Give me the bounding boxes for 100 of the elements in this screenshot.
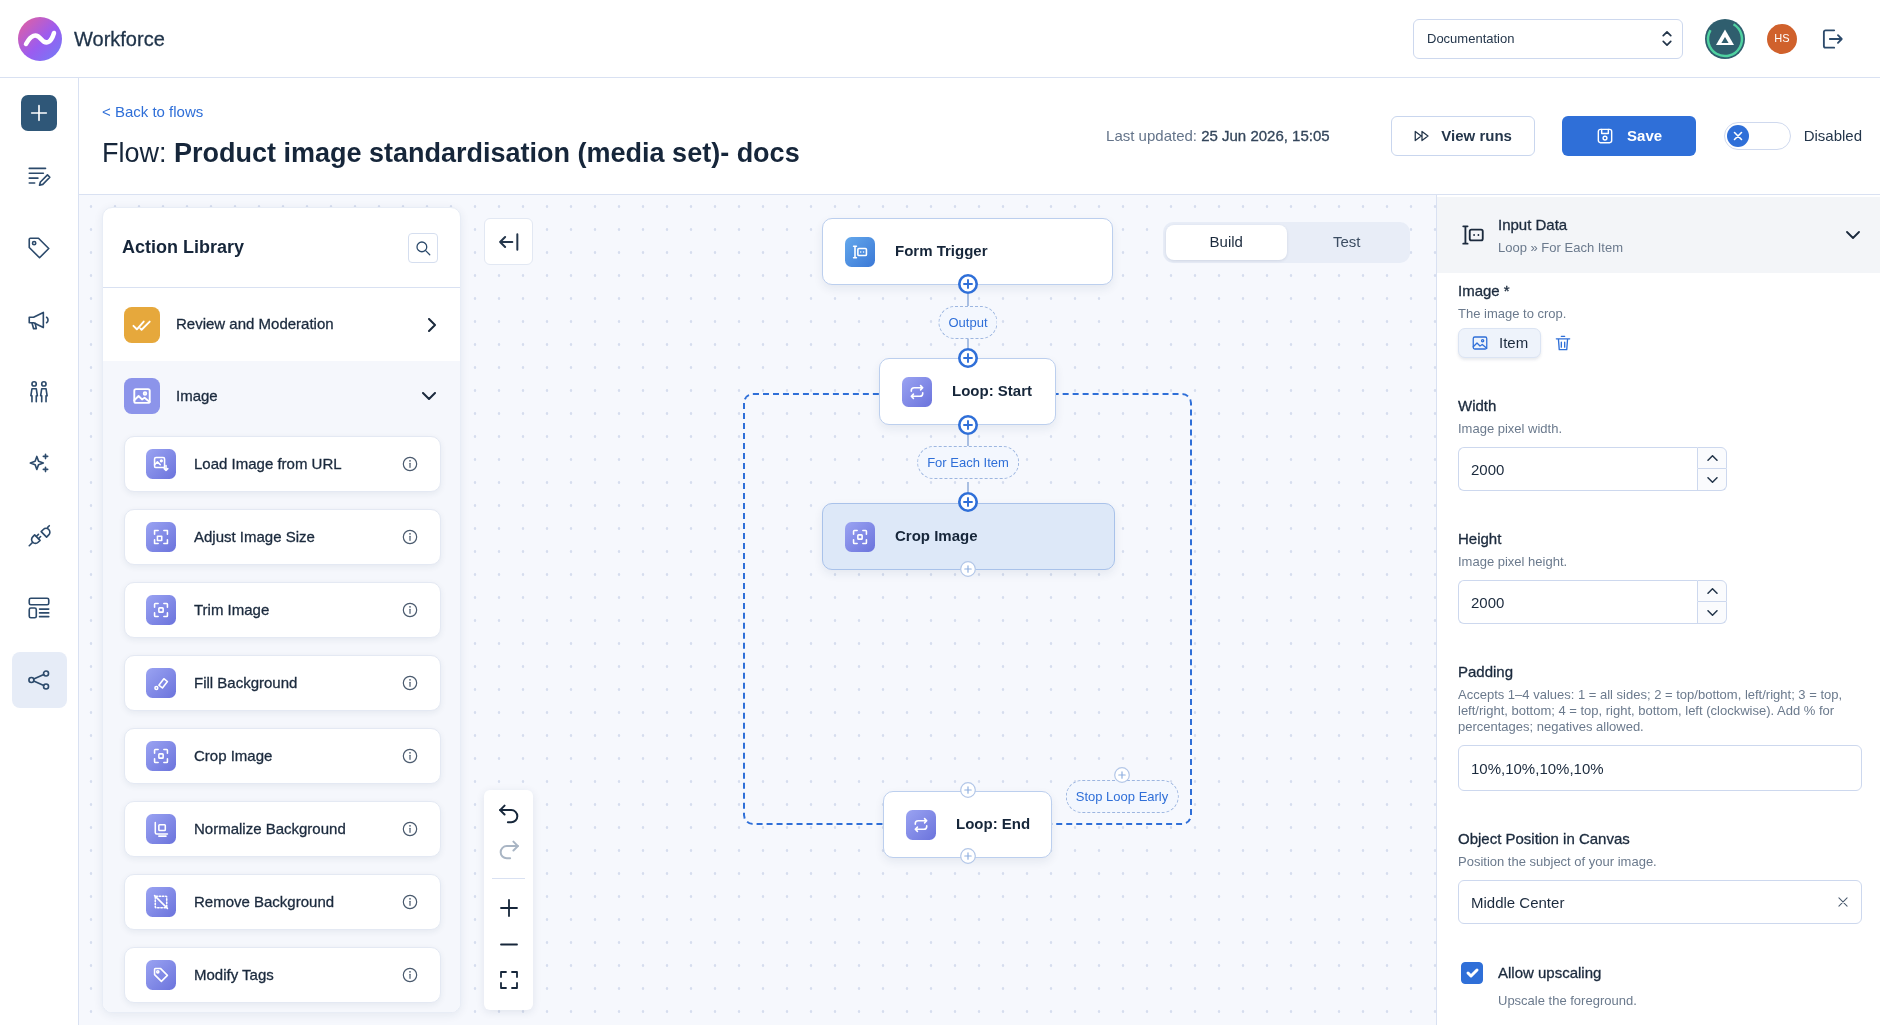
chevron-up-icon <box>1706 455 1718 461</box>
number-input[interactable]: 2000 <box>1458 447 1697 491</box>
close-icon <box>1836 895 1850 909</box>
connector-line <box>967 294 969 306</box>
action-item[interactable]: Adjust Image Size <box>124 509 441 565</box>
crossed-frame-icon <box>146 887 176 917</box>
plus-icon <box>28 102 50 124</box>
field-label: Height <box>1458 529 1502 549</box>
increment-button[interactable] <box>1697 580 1727 602</box>
info-icon[interactable] <box>402 675 418 691</box>
chevron-down-icon <box>1706 476 1718 483</box>
info-icon[interactable] <box>402 529 418 545</box>
category-row[interactable]: Review and Moderation <box>103 288 460 361</box>
action-item[interactable]: Fill Background <box>124 655 441 711</box>
action-item[interactable]: Normalize Background <box>124 801 441 857</box>
redo-icon <box>498 840 519 860</box>
collapse-button[interactable] <box>484 218 533 265</box>
plus-circle-icon[interactable] <box>958 492 978 512</box>
search-button[interactable] <box>408 232 438 263</box>
field-label: Object Position in Canvas <box>1458 829 1630 849</box>
checkbox-label: Allow upscaling <box>1498 963 1602 983</box>
increment-button[interactable] <box>1697 447 1727 469</box>
number-input[interactable]: 2000 <box>1458 580 1697 624</box>
action-item[interactable]: Trim Image <box>124 582 441 638</box>
focus-frame-icon <box>845 521 875 552</box>
action-item[interactable]: Crop Image <box>124 728 441 784</box>
last-updated-text: Last updated: 25 Jun 2026, 15:05 <box>1106 125 1330 146</box>
checkbox[interactable] <box>1461 962 1483 985</box>
minus-icon <box>499 942 518 946</box>
chevron-right-icon <box>428 317 436 332</box>
info-icon[interactable] <box>402 748 418 764</box>
image-download-icon <box>146 449 176 479</box>
resize-frame-icon <box>146 522 176 552</box>
edge-label: For Each Item <box>917 446 1019 479</box>
eraser-icon <box>146 668 176 698</box>
toggle-label: Disabled <box>1803 125 1862 146</box>
tag-icon <box>146 960 176 990</box>
chevron-down-icon <box>422 392 436 400</box>
field-description: Position the subject of your image. <box>1458 854 1657 870</box>
chevron-down-icon <box>1706 609 1718 616</box>
text-input[interactable]: 10%,10%,10%,10% <box>1458 745 1862 791</box>
clear-button[interactable] <box>1836 895 1850 909</box>
view-runs-button[interactable]: View runs <box>1390 116 1535 156</box>
category-row[interactable]: Image <box>103 361 460 431</box>
field-label: Width <box>1458 396 1497 416</box>
nav-item[interactable] <box>11 652 67 708</box>
section-breadcrumb: Loop » For Each Item <box>1498 239 1623 256</box>
share-nodes-icon <box>26 667 52 693</box>
status-toggle[interactable] <box>1723 122 1791 150</box>
info-icon[interactable] <box>402 456 418 472</box>
plug-icon <box>26 523 52 549</box>
corners-icon <box>499 971 518 989</box>
user-avatar[interactable]: HS <box>1767 23 1797 54</box>
info-icon[interactable] <box>402 821 418 837</box>
section-title: Input Data <box>1498 214 1568 235</box>
select-field[interactable]: Middle Center <box>1458 880 1862 924</box>
decrement-button[interactable] <box>1697 602 1727 624</box>
chevron-up-icon <box>1706 588 1718 594</box>
wave-logo-icon <box>18 16 62 61</box>
app-name: Workforce <box>74 26 165 52</box>
search-icon <box>414 238 432 257</box>
workspace-select[interactable]: Documentation <box>1413 18 1683 59</box>
action-item[interactable]: Load Image from URL <box>124 436 441 492</box>
flow-node[interactable]: Form Trigger <box>822 218 1113 285</box>
focus-frame-icon <box>146 595 176 625</box>
flow-title: Flow: Product image standardisation (media set)- docs <box>102 137 800 170</box>
field-description: Accepts 1–4 values: 1 = all sides; 2 = top/bottom, left/right; 3 = top, left/right, bottom; 4 = top, right, bottom, left (clockwise). Add % for percentages; negatives allowed. <box>1458 687 1844 735</box>
info-icon[interactable] <box>402 967 418 983</box>
panel-title: Action Library <box>122 236 245 259</box>
chevron-down-icon[interactable] <box>1846 231 1860 239</box>
decrement-button[interactable] <box>1697 469 1727 491</box>
field-description: Image pixel height. <box>1458 554 1568 570</box>
mode-tab[interactable]: Build <box>1166 225 1287 260</box>
plus-circle-icon[interactable] <box>958 348 978 368</box>
create-button[interactable] <box>21 95 57 131</box>
edge-label: Output <box>938 306 998 339</box>
info-icon[interactable] <box>402 894 418 910</box>
repeat-icon <box>902 376 932 407</box>
edge-label: Stop Loop Early <box>1065 780 1179 813</box>
flow-node[interactable]: Loop: End <box>883 791 1052 858</box>
save-button[interactable]: Save <box>1561 116 1696 156</box>
info-icon[interactable] <box>402 602 418 618</box>
plus-icon <box>499 899 518 917</box>
plus-circle-icon[interactable] <box>958 415 978 435</box>
back-link[interactable]: < Back to flows <box>102 102 204 122</box>
monitor-frame-icon <box>146 814 176 844</box>
layout-icon <box>26 595 52 621</box>
mode-tab[interactable]: Test <box>1286 225 1407 260</box>
flow-node[interactable]: Crop Image <box>822 503 1115 570</box>
flow-node[interactable]: Loop: Start <box>879 358 1056 425</box>
field-label: Image * <box>1458 281 1510 301</box>
action-item[interactable]: Remove Background <box>124 874 441 930</box>
triangle-logo-icon <box>1705 18 1745 59</box>
repeat-icon <box>906 809 936 840</box>
action-item[interactable]: Modify Tags <box>124 947 441 1003</box>
item-chip[interactable]: Item <box>1458 328 1542 358</box>
plus-circle-icon[interactable] <box>958 274 978 294</box>
image-icon <box>1471 334 1489 352</box>
form-input-icon <box>845 236 875 267</box>
updown-chevron-icon <box>1662 31 1672 46</box>
